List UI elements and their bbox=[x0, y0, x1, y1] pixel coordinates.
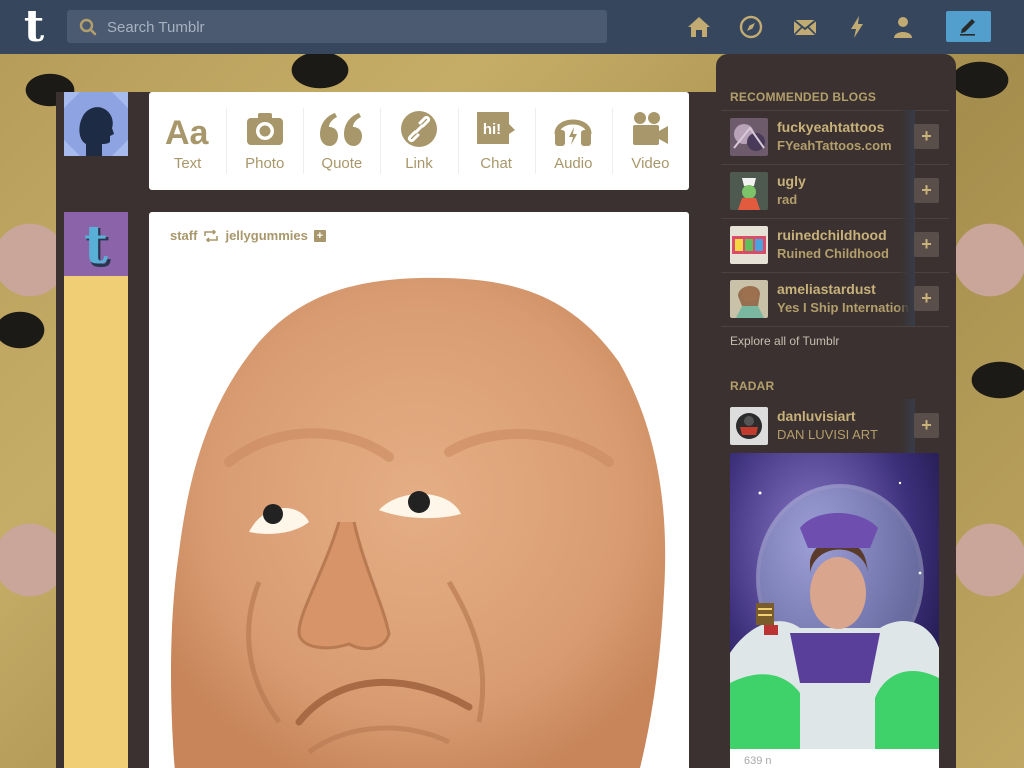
blog-title: DAN LUVISI ART bbox=[777, 427, 878, 442]
post-type-label: Quote bbox=[321, 155, 363, 172]
post-type-audio[interactable]: Audio bbox=[534, 92, 612, 190]
radar-post-image[interactable] bbox=[730, 453, 939, 749]
search-icon bbox=[79, 18, 97, 36]
compose-button[interactable] bbox=[946, 11, 991, 42]
radar-blog-row[interactable]: danluvisiart DAN LUVISI ART + bbox=[721, 399, 949, 453]
dashboard-post: staff jellygummies + bbox=[149, 212, 689, 768]
blog-name[interactable]: fuckyeahtattoos bbox=[777, 119, 911, 135]
post-type-chat[interactable]: hi! Chat bbox=[457, 92, 535, 190]
row-shadow bbox=[901, 218, 915, 272]
blog-name[interactable]: ugly bbox=[777, 173, 911, 189]
blog-title: Ruined Childhood bbox=[777, 246, 889, 261]
blog-name[interactable]: ruinedchildhood bbox=[777, 227, 911, 243]
text-icon: Aa bbox=[165, 114, 210, 148]
camera-icon bbox=[246, 113, 283, 145]
activity-icon[interactable] bbox=[844, 14, 870, 40]
post-type-label: Link bbox=[405, 155, 433, 172]
radar-title: RADAR bbox=[730, 379, 775, 393]
reblog-icon bbox=[204, 229, 219, 242]
follow-button[interactable]: + bbox=[914, 178, 939, 203]
post-sidebar-strip bbox=[64, 276, 128, 768]
search-input[interactable] bbox=[105, 10, 599, 45]
blog-title: rad bbox=[777, 192, 798, 207]
svg-text:hi!: hi! bbox=[483, 121, 501, 138]
post-type-link[interactable]: Link bbox=[380, 92, 457, 190]
post-type-label: Chat bbox=[480, 155, 512, 172]
follow-button[interactable]: + bbox=[914, 413, 939, 438]
reblogged-from-link[interactable]: jellygummies bbox=[225, 228, 307, 243]
top-navigation-bar: t bbox=[0, 0, 1024, 54]
post-author-avatar[interactable]: t t bbox=[64, 212, 128, 276]
recommended-blogs-title: RECOMMENDED BLOGS bbox=[730, 90, 877, 104]
blog-name[interactable]: danluvisiart bbox=[777, 408, 911, 424]
post-type-label: Text bbox=[173, 155, 202, 172]
home-icon[interactable] bbox=[686, 14, 712, 40]
row-shadow bbox=[901, 110, 915, 164]
follow-button[interactable]: + bbox=[914, 124, 939, 149]
silhouette-icon bbox=[64, 92, 128, 156]
pencil-icon bbox=[960, 19, 975, 36]
svg-text:Aa: Aa bbox=[165, 114, 210, 148]
radar-post-footer: 639 n bbox=[730, 749, 939, 768]
blog-avatar[interactable] bbox=[730, 118, 768, 156]
post-type-photo[interactable]: Photo bbox=[226, 92, 303, 190]
follow-button[interactable]: + bbox=[914, 286, 939, 311]
follow-button[interactable]: + bbox=[313, 229, 326, 242]
recommended-blog-row[interactable]: ruinedchildhood Ruined Childhood + bbox=[721, 218, 949, 272]
account-icon[interactable] bbox=[890, 14, 916, 40]
inbox-icon[interactable] bbox=[792, 14, 818, 40]
row-shadow bbox=[901, 272, 915, 326]
blog-avatar[interactable] bbox=[730, 280, 768, 318]
notes-count[interactable]: 639 n bbox=[744, 755, 772, 767]
recommended-blog-row[interactable]: ugly rad + bbox=[721, 164, 949, 218]
row-shadow bbox=[901, 164, 915, 218]
new-post-form: Aa Text Photo Quote Link hi! Chat Audio … bbox=[149, 92, 689, 190]
explore-link[interactable]: Explore all of Tumblr bbox=[730, 334, 839, 348]
follow-button[interactable]: + bbox=[914, 232, 939, 257]
explore-icon[interactable] bbox=[738, 14, 764, 40]
post-type-quote[interactable]: Quote bbox=[303, 92, 380, 190]
tumblr-staff-icon: t t bbox=[64, 212, 128, 276]
headphones-icon bbox=[554, 119, 592, 146]
blog-avatar[interactable] bbox=[730, 407, 768, 445]
post-type-video[interactable]: Video bbox=[611, 92, 689, 190]
post-author-link[interactable]: staff bbox=[170, 228, 197, 243]
blog-avatar[interactable] bbox=[730, 172, 768, 210]
recommended-blog-row[interactable]: ameliastardust Yes I Ship Internation + bbox=[721, 272, 949, 326]
divider bbox=[721, 326, 949, 327]
blog-title: Yes I Ship Internation bbox=[777, 300, 910, 315]
blog-avatar[interactable] bbox=[730, 226, 768, 264]
recommended-blog-row[interactable]: fuckyeahtattoos FYeahTattoos.com + bbox=[721, 110, 949, 164]
quote-icon bbox=[319, 113, 362, 146]
blog-name[interactable]: ameliastardust bbox=[777, 281, 911, 297]
row-shadow bbox=[901, 399, 915, 453]
post-header: staff jellygummies + bbox=[170, 228, 326, 243]
post-type-label: Audio bbox=[554, 155, 593, 172]
search-box[interactable] bbox=[67, 10, 607, 45]
post-photo[interactable] bbox=[149, 252, 689, 768]
user-avatar[interactable] bbox=[64, 92, 128, 156]
post-type-label: Photo bbox=[245, 155, 285, 172]
post-type-label: Video bbox=[631, 155, 670, 172]
blog-title: FYeahTattoos.com bbox=[777, 138, 892, 153]
post-type-text[interactable]: Aa Text bbox=[149, 92, 226, 190]
video-camera-icon bbox=[633, 112, 669, 145]
svg-text:t: t bbox=[84, 215, 108, 276]
chat-icon: hi! bbox=[477, 112, 516, 144]
link-icon bbox=[400, 111, 437, 147]
tumblr-logo[interactable]: t bbox=[16, 5, 52, 49]
